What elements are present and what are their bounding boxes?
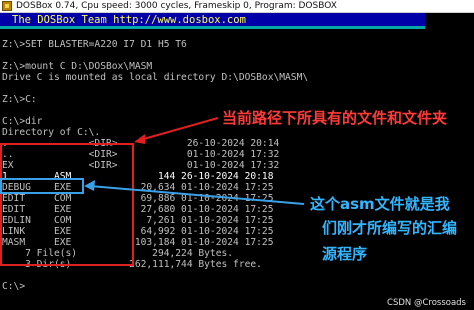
dosbox-icon <box>2 1 12 11</box>
window-title: DOSBox 0.74, Cpu speed: 3000 cycles, Fra… <box>16 1 337 11</box>
asm-annotation-label: 源程序 <box>322 245 368 263</box>
asm-file-highlight-box <box>0 178 84 194</box>
banner-text: The DOSBox Team http://www.dosbox.com <box>12 14 246 26</box>
asm-annotation-label: 们刚才所编写的汇编 <box>322 219 458 237</box>
console-line: Drive C is mounted as local directory D:… <box>2 72 309 83</box>
watermark: CSDN @Crossoads <box>387 298 466 308</box>
files-highlight-box <box>0 143 134 266</box>
console-line: Z:\>mount C D:\DOSBox\MASM <box>2 61 153 72</box>
command-prompt[interactable]: C:\> <box>2 281 25 292</box>
files-annotation-label: 当前路径下所具有的文件和文件夹 <box>222 109 448 127</box>
console-line: Directory of C:\. <box>2 127 101 138</box>
title-bar[interactable]: DOSBox 0.74, Cpu speed: 3000 cycles, Fra… <box>0 0 474 13</box>
console-line: Z:\>SET BLASTER=A220 I7 D1 H5 T6 <box>2 39 187 50</box>
console-line: Z:\>C: <box>2 94 37 105</box>
console-line: C:\>dir <box>2 116 43 127</box>
asm-annotation-label: 这个asm文件就是我 <box>310 195 450 213</box>
welcome-banner: The DOSBox Team http://www.dosbox.com <box>0 13 425 29</box>
dosbox-window: DOSBox 0.74, Cpu speed: 3000 cycles, Fra… <box>0 0 474 310</box>
